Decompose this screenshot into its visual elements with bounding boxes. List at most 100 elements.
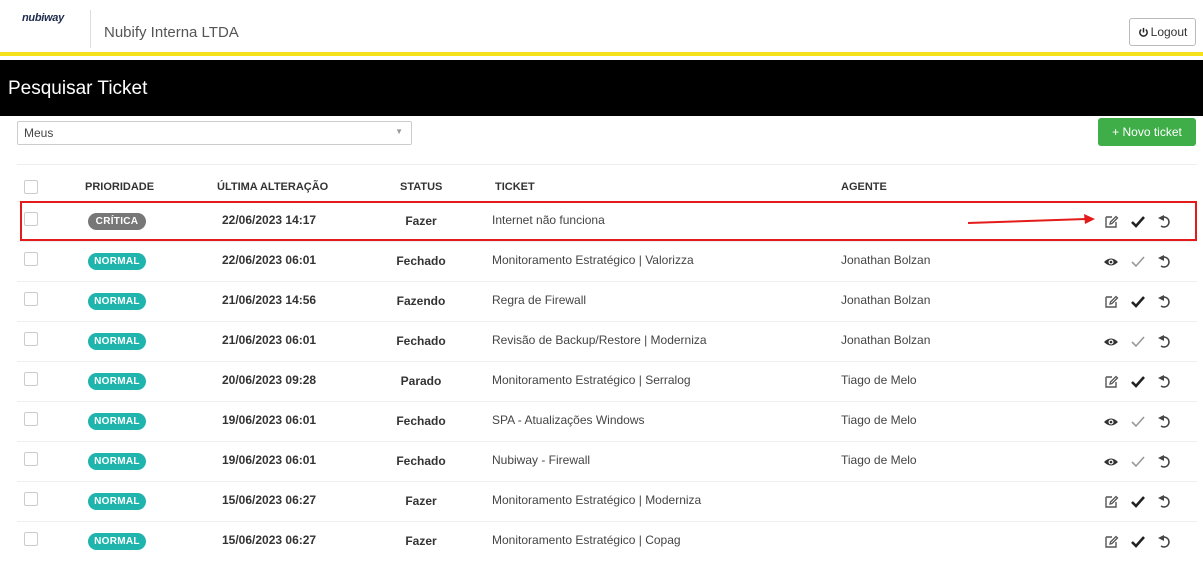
ticket-title[interactable]: Internet não funciona bbox=[492, 213, 605, 227]
priority-badge: NORMAL bbox=[88, 453, 146, 470]
agent-name: Jonathan Bolzan bbox=[841, 293, 931, 307]
divider bbox=[17, 164, 1197, 165]
undo-icon[interactable] bbox=[1157, 334, 1173, 350]
edit-icon[interactable] bbox=[1103, 494, 1119, 510]
agent-name: Jonathan Bolzan bbox=[841, 253, 931, 267]
check-icon[interactable] bbox=[1130, 494, 1146, 510]
ticket-title[interactable]: Revisão de Backup/Restore | Moderniza bbox=[492, 333, 707, 347]
status-text: Fechado bbox=[396, 334, 446, 348]
col-ticket[interactable]: TICKET bbox=[495, 181, 535, 193]
status-text: Fechado bbox=[396, 414, 446, 428]
undo-icon[interactable] bbox=[1157, 454, 1173, 470]
priority-badge: NORMAL bbox=[88, 413, 146, 430]
ticket-title[interactable]: Monitoramento Estratégico | Moderniza bbox=[492, 493, 701, 507]
row-checkbox[interactable] bbox=[24, 412, 38, 426]
table-row[interactable] bbox=[17, 441, 1197, 481]
row-checkbox[interactable] bbox=[24, 492, 38, 506]
last-change-date: 21/06/2023 14:56 bbox=[222, 293, 317, 307]
check-icon[interactable] bbox=[1130, 294, 1146, 310]
priority-badge: NORMAL bbox=[88, 493, 146, 510]
last-change-date: 19/06/2023 06:01 bbox=[222, 453, 317, 467]
new-ticket-button[interactable]: + Novo ticket bbox=[1098, 118, 1196, 146]
row-checkbox[interactable] bbox=[24, 252, 38, 266]
agent-name: Tiago de Melo bbox=[841, 413, 917, 427]
priority-badge: NORMAL bbox=[88, 293, 146, 310]
logo: nubiway bbox=[22, 12, 64, 24]
check-icon[interactable] bbox=[1130, 374, 1146, 390]
page-header: Pesquisar Ticket bbox=[0, 60, 1203, 116]
edit-icon[interactable] bbox=[1103, 534, 1119, 550]
ticket-title[interactable]: Monitoramento Estratégico | Serralog bbox=[492, 373, 691, 387]
priority-badge: NORMAL bbox=[88, 373, 146, 390]
undo-icon[interactable] bbox=[1157, 534, 1173, 550]
last-change-date: 20/06/2023 09:28 bbox=[222, 373, 317, 387]
chevron-down-icon: ▼ bbox=[395, 127, 403, 136]
row-checkbox[interactable] bbox=[24, 532, 38, 546]
undo-icon[interactable] bbox=[1157, 294, 1173, 310]
edit-icon[interactable] bbox=[1103, 214, 1119, 230]
check-icon[interactable] bbox=[1130, 534, 1146, 550]
agent-name: Jonathan Bolzan bbox=[841, 333, 931, 347]
status-text: Fazer bbox=[405, 494, 437, 508]
col-agent[interactable]: AGENTE bbox=[841, 181, 887, 193]
edit-icon[interactable] bbox=[1103, 374, 1119, 390]
power-icon bbox=[1138, 27, 1148, 37]
ticket-title[interactable]: Monitoramento Estratégico | Copag bbox=[492, 533, 681, 547]
select-all-checkbox[interactable] bbox=[24, 180, 38, 194]
status-text: Fechado bbox=[396, 254, 446, 268]
status-text: Fazendo bbox=[396, 294, 446, 308]
row-checkbox[interactable] bbox=[24, 372, 38, 386]
undo-icon[interactable] bbox=[1157, 374, 1173, 390]
eye-icon[interactable] bbox=[1103, 454, 1119, 470]
eye-icon[interactable] bbox=[1103, 414, 1119, 430]
ticket-title[interactable]: Nubiway - Firewall bbox=[492, 453, 590, 467]
row-checkbox[interactable] bbox=[24, 452, 38, 466]
agent-name: Tiago de Melo bbox=[841, 373, 917, 387]
last-change-date: 22/06/2023 06:01 bbox=[222, 253, 317, 267]
ticket-title[interactable]: Regra de Firewall bbox=[492, 293, 586, 307]
logout-button[interactable]: Logout bbox=[1129, 18, 1196, 46]
ticket-title[interactable]: SPA - Atualizações Windows bbox=[492, 413, 645, 427]
check-icon[interactable] bbox=[1130, 254, 1146, 270]
status-text: Fazer bbox=[405, 214, 437, 228]
agent-name: Tiago de Melo bbox=[841, 453, 917, 467]
arrow-annotation bbox=[968, 214, 1095, 224]
col-last-change[interactable]: ÚLTIMA ALTERAÇÃO bbox=[217, 181, 328, 193]
priority-badge: NORMAL bbox=[88, 333, 146, 350]
row-checkbox[interactable] bbox=[24, 292, 38, 306]
col-priority[interactable]: PRIORIDADE bbox=[85, 181, 154, 193]
top-bar: nubiway Nubify Interna LTDA Logout bbox=[0, 0, 1203, 56]
status-text: Fechado bbox=[396, 454, 446, 468]
undo-icon[interactable] bbox=[1157, 214, 1173, 230]
priority-badge: NORMAL bbox=[88, 253, 146, 270]
last-change-date: 21/06/2023 06:01 bbox=[222, 333, 317, 347]
check-icon[interactable] bbox=[1130, 414, 1146, 430]
check-icon[interactable] bbox=[1130, 214, 1146, 230]
filter-value: Meus bbox=[24, 126, 54, 140]
row-checkbox[interactable] bbox=[24, 332, 38, 346]
logout-label: Logout bbox=[1150, 25, 1188, 39]
page-title: Pesquisar Ticket bbox=[8, 78, 148, 99]
check-icon[interactable] bbox=[1130, 454, 1146, 470]
eye-icon[interactable] bbox=[1103, 334, 1119, 350]
company-name: Nubify Interna LTDA bbox=[104, 24, 239, 41]
last-change-date: 15/06/2023 06:27 bbox=[222, 533, 317, 547]
undo-icon[interactable] bbox=[1157, 254, 1173, 270]
undo-icon[interactable] bbox=[1157, 494, 1173, 510]
col-status[interactable]: STATUS bbox=[400, 181, 442, 193]
eye-icon[interactable] bbox=[1103, 254, 1119, 270]
status-text: Parado bbox=[400, 374, 442, 388]
priority-badge: CRÍTICA bbox=[88, 213, 146, 230]
edit-icon[interactable] bbox=[1103, 294, 1119, 310]
filter-select[interactable]: Meus ▼ bbox=[17, 121, 412, 145]
last-change-date: 22/06/2023 14:17 bbox=[222, 213, 317, 227]
check-icon[interactable] bbox=[1130, 334, 1146, 350]
table-row[interactable] bbox=[17, 281, 1197, 321]
logo-divider bbox=[90, 10, 91, 48]
ticket-title[interactable]: Monitoramento Estratégico | Valorizza bbox=[492, 253, 694, 267]
last-change-date: 15/06/2023 06:27 bbox=[222, 493, 317, 507]
last-change-date: 19/06/2023 06:01 bbox=[222, 413, 317, 427]
row-checkbox[interactable] bbox=[24, 212, 38, 226]
undo-icon[interactable] bbox=[1157, 414, 1173, 430]
status-text: Fazer bbox=[405, 534, 437, 548]
